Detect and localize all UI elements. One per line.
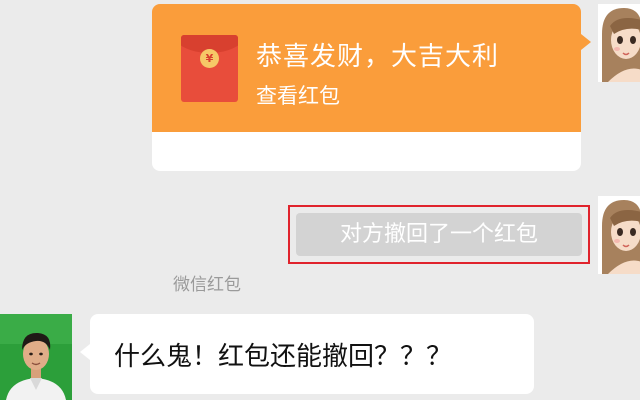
red-packet-subtitle: 查看红包 — [256, 84, 340, 108]
avatar-man-photo-icon — [0, 314, 72, 400]
receiver-avatar[interactable] — [0, 314, 72, 400]
red-packet-footer-label: 微信红包 — [173, 275, 241, 295]
red-packet-card[interactable]: ¥ 恭喜发财，大吉大利 查看红包 — [152, 4, 581, 132]
coin-icon: ¥ — [200, 49, 219, 68]
red-packet-bubble[interactable]: ¥ 恭喜发财，大吉大利 查看红包 微信红包 — [152, 4, 591, 295]
red-envelope-icon: ¥ — [181, 35, 238, 102]
incoming-message-text: 什么鬼！红包还能撤回？？？ — [114, 342, 453, 372]
recall-notice: 对方撤回了一个红包 — [296, 213, 582, 256]
sender-avatar[interactable] — [598, 4, 640, 82]
red-packet-footer-bar: 微信红包 — [152, 132, 581, 295]
avatar-woman-cartoon-icon — [598, 196, 640, 274]
sender-avatar[interactable] — [598, 196, 640, 274]
red-packet-title: 恭喜发财，大吉大利 — [256, 42, 500, 72]
incoming-message-bubble[interactable]: 什么鬼！红包还能撤回？？？ — [80, 314, 534, 394]
bubble-tail — [581, 34, 591, 50]
avatar-woman-cartoon-icon — [598, 4, 640, 82]
bubble-tail — [80, 344, 90, 360]
